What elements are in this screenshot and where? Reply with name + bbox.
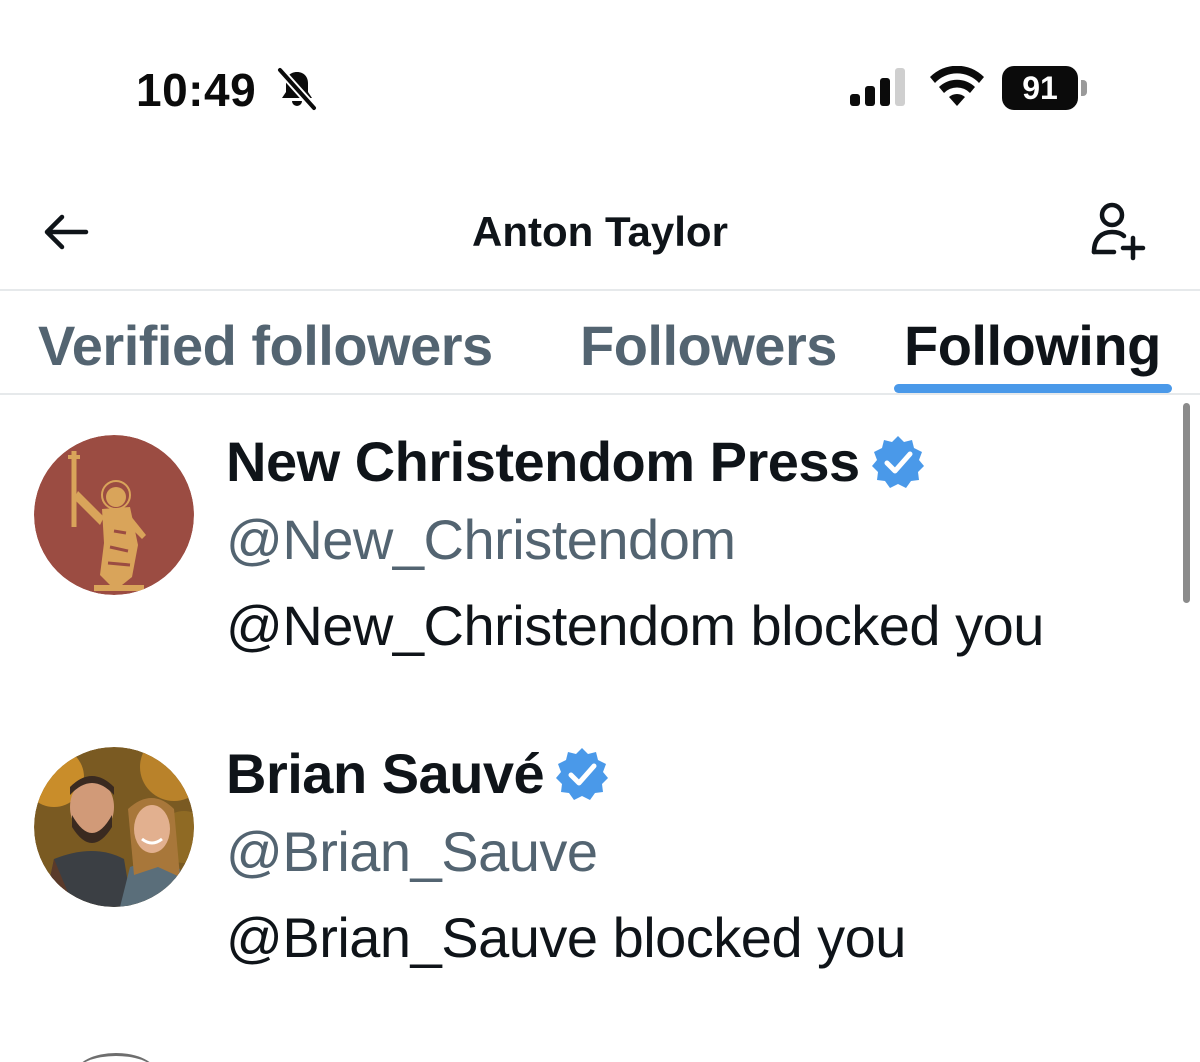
account-name: Brian Sauvé [226,742,545,805]
blocked-notice: @Brian_Sauve blocked you [226,906,906,969]
following-list: New Christendom Press @New_Christendom @… [0,395,1200,1062]
avatar[interactable] [34,747,194,907]
tab-following[interactable]: Following [904,303,1161,389]
wifi-icon [930,66,984,106]
status-bar: 10:49 91 [0,0,1200,180]
person-add-icon[interactable] [1088,200,1148,262]
verified-badge-icon [871,436,924,488]
battery-level: 91 [1022,70,1058,106]
tab-verified-followers[interactable]: Verified followers [38,303,493,389]
avatar[interactable] [76,1053,156,1062]
bell-slash-icon [277,67,317,111]
tab-followers[interactable]: Followers [580,303,837,389]
battery-icon: 91 [1002,66,1090,110]
blocked-notice: @New_Christendom blocked you [226,594,1044,657]
account-handle: @New_Christendom [226,508,736,571]
page-title: Anton Taylor [472,208,728,255]
scrollbar[interactable] [1183,403,1190,603]
account-name: New Christendom Press [226,430,860,493]
account-name-line: Brian Sauvé [226,739,610,809]
account-name-line: New Christendom Press [226,427,926,497]
tab-bar: Verified followers Followers Following [0,291,1200,394]
profile-header: Anton Taylor [0,180,1200,290]
active-tab-indicator [894,384,1172,393]
avatar[interactable] [34,435,194,595]
account-handle: @Brian_Sauve [226,820,598,883]
status-time: 10:49 [136,64,257,116]
cellular-signal-icon [850,68,905,106]
verified-badge-icon [556,748,609,800]
